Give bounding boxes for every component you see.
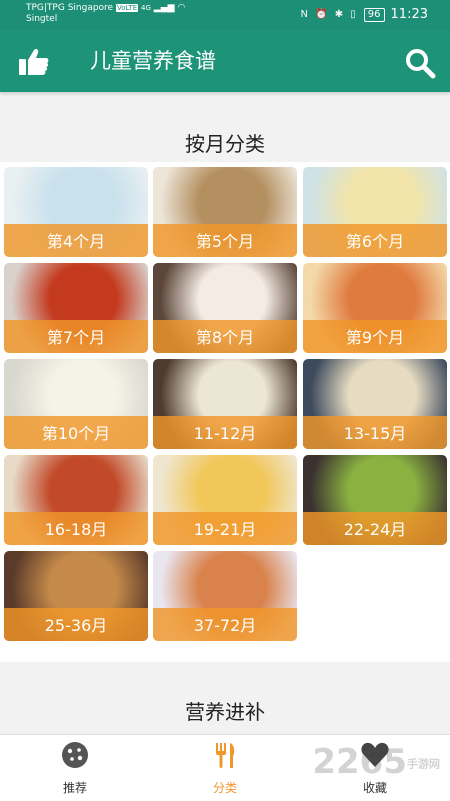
cookie-icon	[62, 742, 88, 768]
month-tile[interactable]: 第6个月	[303, 167, 447, 257]
battery-indicator: 96	[363, 7, 385, 22]
app-title: 儿童营养食谱	[90, 49, 216, 73]
month-tile[interactable]: 第9个月	[303, 263, 447, 353]
month-tile[interactable]: 25-36月	[4, 551, 148, 641]
month-tile[interactable]: 第8个月	[153, 263, 297, 353]
search-icon[interactable]	[404, 47, 436, 79]
month-label: 13-15月	[343, 424, 407, 443]
watermark-text: 2265	[312, 742, 407, 782]
section-title-by-month: 按月分类	[185, 132, 265, 156]
month-label: 22-24月	[343, 520, 407, 539]
month-label: 11-12月	[193, 424, 257, 443]
wifi-icon: ◠	[177, 3, 186, 13]
month-label: 第7个月	[46, 328, 106, 347]
month-label: 第4个月	[46, 232, 106, 251]
month-label: 第9个月	[345, 328, 405, 347]
month-tile[interactable]: 第10个月	[4, 359, 148, 449]
month-tile[interactable]: 第7个月	[4, 263, 148, 353]
section-title-nutrition: 营养进补	[185, 700, 265, 724]
fork-knife-icon	[216, 743, 235, 768]
status-bar: TPG|TPG Singapore VoLTE 4G ▂▄▆ ◠ Singtel…	[0, 0, 450, 30]
clock: 11:23	[390, 7, 428, 22]
watermark-logo: 2265手游网	[312, 742, 440, 782]
month-label: 第6个月	[345, 232, 405, 251]
carrier-line1: TPG|TPG Singapore	[26, 3, 114, 13]
tab-label: 推荐	[62, 781, 87, 795]
month-tile[interactable]: 第4个月	[4, 167, 148, 257]
month-label: 第10个月	[41, 424, 111, 443]
month-grid: 第4个月 第5个月 第6个月 第7个月 第8个月 第9个月 第10个月 11-1…	[0, 162, 450, 662]
month-tile[interactable]: 13-15月	[303, 359, 447, 449]
month-tile[interactable]: 16-18月	[4, 455, 148, 545]
month-tile[interactable]: 11-12月	[153, 359, 297, 449]
network-type: 4G	[141, 4, 151, 12]
month-tile[interactable]: 第5个月	[153, 167, 297, 257]
month-tile[interactable]: 19-21月	[153, 455, 297, 545]
volte-badge: VoLTE	[115, 4, 139, 12]
signal-icon: ▂▄▆	[153, 3, 175, 13]
thumbs-up-icon[interactable]	[18, 47, 50, 77]
month-label: 19-21月	[193, 520, 257, 539]
content-area: 按月分类 第4个月 第5个月 第6个月 第7个月 第8个月 第9个月 第10个月…	[0, 92, 450, 732]
carrier-info: TPG|TPG Singapore VoLTE 4G ▂▄▆ ◠ Singtel	[26, 3, 185, 25]
month-label: 16-18月	[44, 520, 108, 539]
month-label: 25-36月	[44, 616, 108, 635]
month-label: 37-72月	[193, 616, 257, 635]
month-label: 第5个月	[195, 232, 255, 251]
month-label: 第8个月	[195, 328, 255, 347]
month-tile[interactable]: 37-72月	[153, 551, 297, 641]
carrier-line2: Singtel	[26, 14, 58, 24]
month-tile[interactable]: 22-24月	[303, 455, 447, 545]
watermark-sub: 手游网	[407, 757, 440, 771]
app-bar: 儿童营养食谱	[0, 30, 450, 92]
tab-label: 分类	[212, 781, 237, 795]
tab-category[interactable]: 分类	[180, 741, 270, 796]
status-icons: N ⏰ ✱ ▯	[300, 9, 358, 20]
tab-recommend[interactable]: 推荐	[30, 741, 120, 796]
